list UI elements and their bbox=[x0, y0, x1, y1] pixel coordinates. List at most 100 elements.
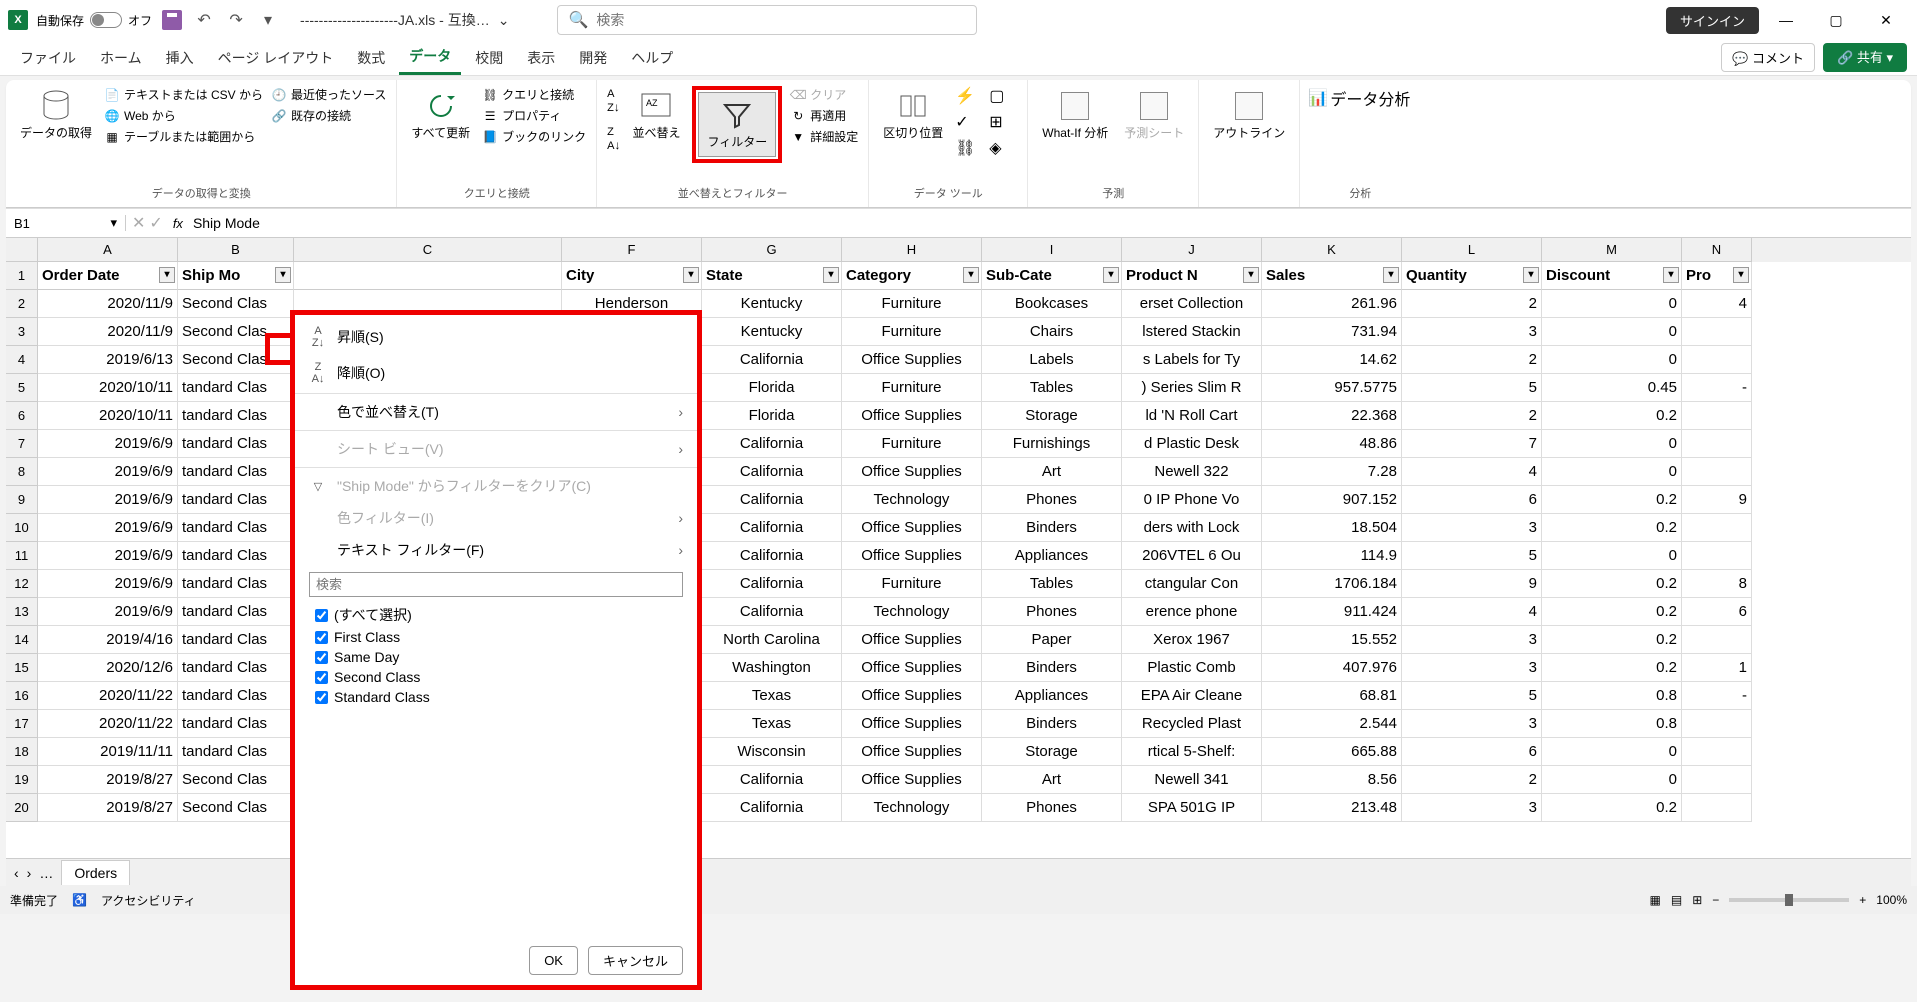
col-header-G[interactable]: G bbox=[702, 238, 842, 262]
cell[interactable]: tandard Clas bbox=[178, 430, 294, 458]
row-header[interactable]: 2 bbox=[6, 290, 38, 318]
row-header[interactable]: 14 bbox=[6, 626, 38, 654]
header-cell-J[interactable]: Product N▾ bbox=[1122, 262, 1262, 290]
cell[interactable]: 22.368 bbox=[1262, 402, 1402, 430]
header-cell-L[interactable]: Quantity▾ bbox=[1402, 262, 1542, 290]
cell[interactable]: 407.976 bbox=[1262, 654, 1402, 682]
cell[interactable]: 2 bbox=[1402, 290, 1542, 318]
tab-page-layout[interactable]: ページ レイアウト bbox=[208, 42, 344, 74]
row-header[interactable]: 18 bbox=[6, 738, 38, 766]
col-header-H[interactable]: H bbox=[842, 238, 982, 262]
cell[interactable]: rtical 5-Shelf: bbox=[1122, 738, 1262, 766]
cell[interactable]: 7 bbox=[1402, 430, 1542, 458]
recent-sources[interactable]: 🕘最近使ったソース bbox=[271, 86, 386, 103]
cell[interactable]: Wisconsin bbox=[702, 738, 842, 766]
header-cell-H[interactable]: Category▾ bbox=[842, 262, 982, 290]
cell[interactable]: 0 bbox=[1542, 318, 1682, 346]
cell[interactable]: Furnishings bbox=[982, 430, 1122, 458]
forecast-button[interactable]: 予測シート bbox=[1120, 86, 1188, 145]
tab-developer[interactable]: 開発 bbox=[569, 42, 617, 74]
cell[interactable] bbox=[1682, 766, 1752, 794]
cell[interactable]: Washington bbox=[702, 654, 842, 682]
filter-search-input[interactable] bbox=[309, 572, 683, 597]
cell[interactable]: 5 bbox=[1402, 542, 1542, 570]
cell[interactable]: 15.552 bbox=[1262, 626, 1402, 654]
cell[interactable]: 0.2 bbox=[1542, 794, 1682, 822]
cell[interactable]: tandard Clas bbox=[178, 738, 294, 766]
cell[interactable]: Tables bbox=[982, 374, 1122, 402]
row-header[interactable]: 8 bbox=[6, 458, 38, 486]
cell[interactable]: 8.56 bbox=[1262, 766, 1402, 794]
cell[interactable]: Second Clas bbox=[178, 794, 294, 822]
cell[interactable]: 18.504 bbox=[1262, 514, 1402, 542]
cell[interactable]: Technology bbox=[842, 794, 982, 822]
cell[interactable]: Kentucky bbox=[702, 318, 842, 346]
existing-connections[interactable]: 🔗既存の接続 bbox=[271, 107, 386, 124]
col-header-A[interactable]: A bbox=[38, 238, 178, 262]
cell[interactable]: 68.81 bbox=[1262, 682, 1402, 710]
cell[interactable] bbox=[1682, 738, 1752, 766]
cell[interactable]: 2019/6/9 bbox=[38, 570, 178, 598]
cell[interactable]: 0.8 bbox=[1542, 682, 1682, 710]
properties[interactable]: ☰プロパティ bbox=[482, 107, 586, 124]
cell[interactable]: 0 bbox=[1542, 766, 1682, 794]
cell[interactable]: Labels bbox=[982, 346, 1122, 374]
row-header[interactable]: 15 bbox=[6, 654, 38, 682]
cell[interactable]: 0 IP Phone Vo bbox=[1122, 486, 1262, 514]
cell[interactable]: Office Supplies bbox=[842, 710, 982, 738]
filter-dropdown-I[interactable]: ▾ bbox=[1103, 267, 1119, 283]
cell[interactable]: 0.8 bbox=[1542, 710, 1682, 738]
cell[interactable]: California bbox=[702, 458, 842, 486]
filename-dropdown[interactable]: ⌄ bbox=[498, 12, 510, 29]
cell[interactable]: 6 bbox=[1682, 598, 1752, 626]
close-button[interactable]: ✕ bbox=[1863, 0, 1909, 40]
tab-view[interactable]: 表示 bbox=[517, 42, 565, 74]
check-same-day[interactable]: Same Day bbox=[315, 647, 677, 667]
check-standard-class[interactable]: Standard Class bbox=[315, 687, 677, 707]
cell[interactable]: 2019/6/9 bbox=[38, 430, 178, 458]
cell[interactable]: 2020/12/6 bbox=[38, 654, 178, 682]
cell[interactable]: Binders bbox=[982, 514, 1122, 542]
cell[interactable]: 4 bbox=[1402, 598, 1542, 626]
workbook-links[interactable]: 📘ブックのリンク bbox=[482, 128, 586, 145]
cell[interactable]: Office Supplies bbox=[842, 402, 982, 430]
filter-dropdown-H[interactable]: ▾ bbox=[963, 267, 979, 283]
sort-asc-button[interactable]: AZ↓ bbox=[607, 86, 620, 114]
cell[interactable]: tandard Clas bbox=[178, 570, 294, 598]
zoom-in[interactable]: + bbox=[1859, 893, 1866, 907]
sort-ascending[interactable]: AZ↓昇順(S) bbox=[295, 319, 697, 355]
cell[interactable]: 2019/11/11 bbox=[38, 738, 178, 766]
cell[interactable]: 6 bbox=[1402, 486, 1542, 514]
accessibility-icon[interactable]: ♿ bbox=[72, 893, 87, 907]
cell[interactable]: 957.5775 bbox=[1262, 374, 1402, 402]
cell[interactable]: 0 bbox=[1542, 430, 1682, 458]
cell[interactable]: 2020/11/9 bbox=[38, 290, 178, 318]
cell[interactable]: California bbox=[702, 346, 842, 374]
cell[interactable]: Newell 341 bbox=[1122, 766, 1262, 794]
get-data-button[interactable]: データの取得 bbox=[16, 86, 96, 145]
from-table[interactable]: ▦テーブルまたは範囲から bbox=[104, 128, 263, 145]
cell[interactable]: tandard Clas bbox=[178, 374, 294, 402]
col-header-J[interactable]: J bbox=[1122, 238, 1262, 262]
row-header[interactable]: 11 bbox=[6, 542, 38, 570]
cell[interactable]: tandard Clas bbox=[178, 710, 294, 738]
cell[interactable]: Furniture bbox=[842, 318, 982, 346]
cell[interactable]: Art bbox=[982, 766, 1122, 794]
cell[interactable]: Furniture bbox=[842, 430, 982, 458]
cancel-icon[interactable]: ✕ bbox=[132, 213, 145, 233]
row-header[interactable]: 7 bbox=[6, 430, 38, 458]
cell[interactable]: 0.2 bbox=[1542, 514, 1682, 542]
cell[interactable]: Art bbox=[982, 458, 1122, 486]
from-text-csv[interactable]: 📄テキストまたは CSV から bbox=[104, 86, 263, 103]
header-cell-I[interactable]: Sub-Cate▾ bbox=[982, 262, 1122, 290]
undo-button[interactable]: ↶ bbox=[192, 8, 216, 32]
header-cell-A[interactable]: Order Date▾ bbox=[38, 262, 178, 290]
cell[interactable]: Texas bbox=[702, 682, 842, 710]
cell[interactable]: Texas bbox=[702, 710, 842, 738]
sort-by-color[interactable]: 色で並べ替え(T)› bbox=[295, 396, 697, 428]
cell[interactable]: 2020/10/11 bbox=[38, 402, 178, 430]
col-header-I[interactable]: I bbox=[982, 238, 1122, 262]
row-header[interactable]: 5 bbox=[6, 374, 38, 402]
cell[interactable]: California bbox=[702, 570, 842, 598]
cell[interactable]: Plastic Comb bbox=[1122, 654, 1262, 682]
